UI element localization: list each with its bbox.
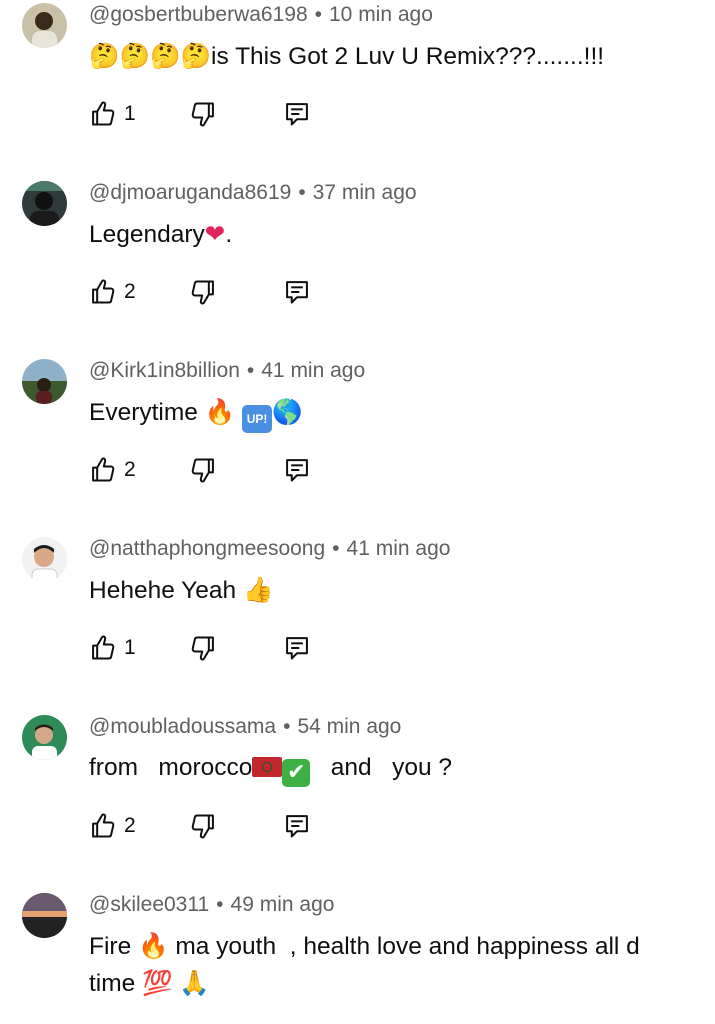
avatar[interactable] bbox=[22, 893, 67, 938]
comment-meta: @natthaphongmeesoong • 41 min ago bbox=[89, 536, 450, 562]
thumbs-up-icon bbox=[89, 634, 117, 662]
comment-time: 41 min ago bbox=[346, 537, 451, 560]
comment-actions: 2 bbox=[89, 810, 349, 842]
morocco-flag-icon bbox=[252, 757, 283, 777]
comment-meta: @gosbertbuberwa6198 • 10 min ago bbox=[89, 2, 433, 28]
thumbs-up-icon bbox=[89, 100, 117, 128]
avatar[interactable] bbox=[22, 3, 67, 48]
thumbs-down-icon bbox=[189, 456, 217, 484]
comment-text: Fire 🔥 ma youth , health love and happin… bbox=[89, 928, 689, 1002]
like-count: 2 bbox=[124, 458, 136, 481]
comment-time: 54 min ago bbox=[297, 715, 402, 738]
comment-meta: @Kirk1in8billion • 41 min ago bbox=[89, 358, 365, 384]
dislike-button[interactable] bbox=[189, 632, 217, 664]
thumbs-down-icon bbox=[189, 100, 217, 128]
comment-time: 10 min ago bbox=[329, 3, 433, 26]
thumbs-up-icon bbox=[89, 456, 117, 484]
dislike-button[interactable] bbox=[189, 98, 217, 130]
avatar[interactable] bbox=[22, 537, 67, 582]
comment-meta: @moubladoussama • 54 min ago bbox=[89, 714, 401, 740]
separator-dot: • bbox=[216, 893, 224, 916]
like-count: 2 bbox=[124, 814, 136, 837]
thinking-emoji-icon: 🤔🤔🤔🤔 bbox=[89, 41, 212, 70]
heart-emoji-icon: ❤ bbox=[204, 219, 226, 248]
reply-button[interactable] bbox=[283, 98, 311, 130]
comment-author[interactable]: @gosbertbuberwa6198 bbox=[89, 3, 308, 26]
like-button[interactable]: 2 bbox=[89, 454, 136, 486]
comment-text: from morocco ✔ and you ? bbox=[89, 754, 453, 787]
comment-actions: 2 bbox=[89, 454, 349, 486]
hundred-points-emoji-icon: 💯 bbox=[142, 968, 173, 997]
comment-meta: @djmoaruganda8619 • 37 min ago bbox=[89, 180, 417, 206]
comment-author[interactable]: @natthaphongmeesoong bbox=[89, 537, 325, 560]
like-count: 2 bbox=[124, 280, 136, 303]
dislike-button[interactable] bbox=[189, 454, 217, 486]
thumbs-down-icon bbox=[189, 634, 217, 662]
separator-dot: • bbox=[298, 181, 306, 204]
comment-meta: @skilee0311 • 49 min ago bbox=[89, 892, 334, 918]
separator-dot: • bbox=[283, 715, 291, 738]
thumbs-up-icon bbox=[89, 812, 117, 840]
comment-author[interactable]: @Kirk1in8billion bbox=[89, 359, 240, 382]
thumbs-up-emoji-icon: 👍 bbox=[242, 575, 274, 604]
like-count: 1 bbox=[124, 102, 136, 125]
globe-emoji-icon: 🌎 bbox=[272, 397, 303, 426]
reply-button[interactable] bbox=[283, 276, 311, 308]
reply-button[interactable] bbox=[283, 632, 311, 664]
thumbs-down-icon bbox=[189, 278, 217, 306]
folded-hands-emoji-icon: 🙏 bbox=[179, 968, 210, 997]
like-button[interactable]: 1 bbox=[89, 632, 136, 664]
separator-dot: • bbox=[246, 359, 255, 382]
comment-author[interactable]: @djmoaruganda8619 bbox=[89, 181, 291, 204]
dislike-button[interactable] bbox=[189, 810, 217, 842]
reply-button[interactable] bbox=[283, 454, 311, 486]
fire-emoji-icon: 🔥 bbox=[138, 931, 169, 960]
separator-dot: • bbox=[314, 3, 322, 26]
dislike-button[interactable] bbox=[189, 276, 217, 308]
avatar[interactable] bbox=[22, 359, 67, 404]
check-mark-emoji-icon: ✔ bbox=[282, 759, 311, 787]
comment-time: 41 min ago bbox=[261, 359, 366, 382]
comment-text: 🤔🤔🤔🤔is This Got 2 Luv U Remix???.......!… bbox=[89, 38, 689, 75]
up-button-emoji-icon: UP! bbox=[242, 405, 273, 433]
reply-comment-icon bbox=[283, 634, 311, 662]
comment-text: Everytime 🔥 UP! 🌎 bbox=[89, 394, 689, 433]
comment-actions: 2 bbox=[89, 276, 349, 308]
fire-emoji-icon: 🔥 bbox=[204, 397, 236, 426]
avatar[interactable] bbox=[22, 181, 67, 226]
thumbs-up-icon bbox=[89, 278, 117, 306]
like-button[interactable]: 2 bbox=[89, 276, 136, 308]
comment-actions: 1 bbox=[89, 98, 349, 130]
comment-author[interactable]: @skilee0311 bbox=[89, 893, 209, 916]
avatar[interactable] bbox=[22, 715, 67, 760]
like-button[interactable]: 2 bbox=[89, 810, 136, 842]
reply-comment-icon bbox=[283, 278, 311, 306]
reply-comment-icon bbox=[283, 456, 311, 484]
comment-time: 49 min ago bbox=[230, 893, 335, 916]
reply-comment-icon bbox=[283, 812, 311, 840]
comment-actions: 1 bbox=[89, 632, 349, 664]
comment-text: Hehehe Yeah 👍 bbox=[89, 572, 689, 609]
reply-button[interactable] bbox=[283, 810, 311, 842]
comment-author[interactable]: @moubladoussama bbox=[89, 715, 276, 738]
comment-text: Legendary❤. bbox=[89, 216, 689, 253]
comment-time: 37 min ago bbox=[312, 181, 417, 204]
like-count: 1 bbox=[124, 636, 136, 659]
like-button[interactable]: 1 bbox=[89, 98, 136, 130]
reply-comment-icon bbox=[283, 100, 311, 128]
thumbs-down-icon bbox=[189, 812, 217, 840]
separator-dot: • bbox=[332, 537, 340, 560]
